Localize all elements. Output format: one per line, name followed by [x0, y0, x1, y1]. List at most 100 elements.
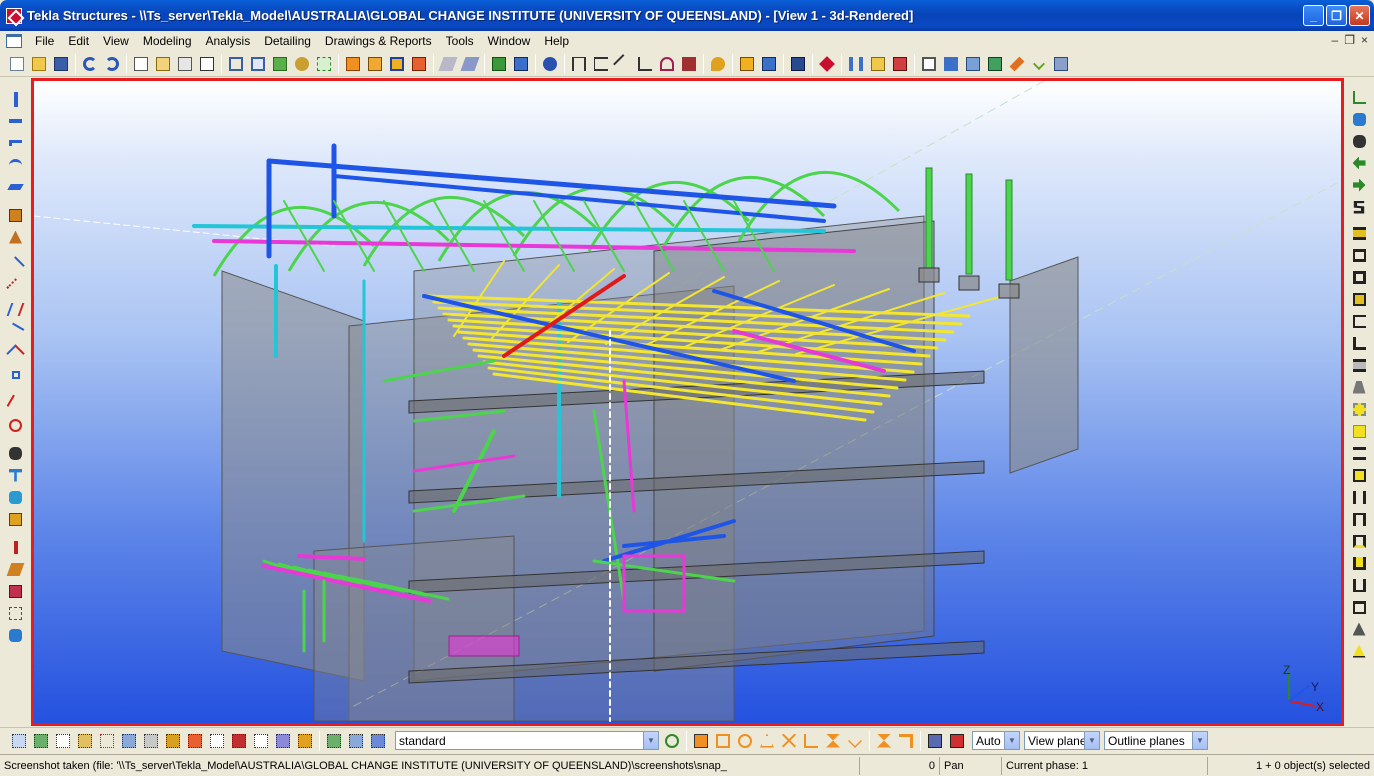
snap-intersection-button[interactable]: [756, 730, 778, 752]
phase-button[interactable]: [1349, 196, 1369, 218]
measure-horizontal-button[interactable]: [568, 53, 590, 75]
profile-slope-button[interactable]: [1349, 376, 1369, 398]
snap-center-button[interactable]: [712, 730, 734, 752]
profile-box-button[interactable]: [1349, 266, 1369, 288]
part-button[interactable]: [342, 53, 364, 75]
snap-tool-button[interactable]: [1349, 108, 1369, 130]
undo-button[interactable]: [79, 53, 101, 75]
selection-filter-dropdown[interactable]: standard ▼: [395, 731, 659, 750]
open-model-button[interactable]: [28, 53, 50, 75]
view-properties-button[interactable]: [918, 53, 940, 75]
profile-frame-button[interactable]: [1349, 464, 1369, 486]
menu-drawings-reports[interactable]: Drawings & Reports: [318, 34, 439, 48]
select-surface-button[interactable]: [250, 730, 272, 752]
create-points-arc-button[interactable]: [6, 392, 26, 414]
tile-views-button[interactable]: [269, 53, 291, 75]
measure-bolt-button[interactable]: [678, 53, 700, 75]
create-points-parallel-button[interactable]: [6, 298, 26, 320]
profile-channel-button[interactable]: [1349, 310, 1369, 332]
measure-arc-button[interactable]: [656, 53, 678, 75]
select-points-button[interactable]: [52, 730, 74, 752]
component-button[interactable]: [408, 53, 430, 75]
create-beam-button[interactable]: [6, 110, 26, 132]
menu-view[interactable]: View: [96, 34, 136, 48]
numbering-button[interactable]: [758, 53, 780, 75]
redo-button[interactable]: [101, 53, 123, 75]
filter-button[interactable]: [1050, 53, 1072, 75]
model-view-3d[interactable]: Z YX: [31, 78, 1344, 726]
next-button[interactable]: [1349, 174, 1369, 196]
hammer-button[interactable]: [1006, 53, 1028, 75]
profile-u-button[interactable]: [1349, 552, 1369, 574]
cut-button[interactable]: [291, 53, 313, 75]
profile-columns-button[interactable]: [1349, 486, 1369, 508]
create-points-circle-button[interactable]: [6, 414, 26, 436]
new-model-button[interactable]: [6, 53, 28, 75]
profile-bridge-button[interactable]: [1349, 508, 1369, 530]
create-reference-button[interactable]: [6, 486, 26, 508]
menu-edit[interactable]: Edit: [61, 34, 96, 48]
plane-dropdown[interactable]: View plane ▼: [1024, 731, 1100, 750]
create-grid-button[interactable]: [6, 464, 26, 486]
profile-tower-button[interactable]: [1349, 618, 1369, 640]
inquire-object-button[interactable]: [1349, 130, 1369, 152]
minimize-button[interactable]: _: [1303, 5, 1324, 26]
chevron-down-icon[interactable]: ▼: [1084, 732, 1099, 749]
menu-analysis[interactable]: Analysis: [199, 34, 258, 48]
measure-vertical-button[interactable]: [590, 53, 612, 75]
move-button[interactable]: [152, 53, 174, 75]
create-bolts-button[interactable]: [6, 204, 26, 226]
select-grids-button[interactable]: [74, 730, 96, 752]
model-organizer-button[interactable]: [787, 53, 809, 75]
select-reinforcement-button[interactable]: [228, 730, 250, 752]
chevron-down-icon[interactable]: ▼: [643, 732, 658, 749]
snap-line-extension-button[interactable]: [822, 730, 844, 752]
clash-check-button[interactable]: [736, 53, 758, 75]
chevron-down-icon[interactable]: ▼: [1004, 732, 1019, 749]
profile-gate-button[interactable]: [1349, 530, 1369, 552]
profile-pyramid-button[interactable]: [1349, 640, 1369, 662]
chevron-down-icon[interactable]: ▼: [1192, 732, 1207, 749]
macros-button[interactable]: [867, 53, 889, 75]
filter-settings-button[interactable]: [661, 730, 683, 752]
menu-modeling[interactable]: Modeling: [136, 34, 199, 48]
select-welds-button[interactable]: [118, 730, 140, 752]
profile-trestle-button[interactable]: [1349, 596, 1369, 618]
create-seam-button[interactable]: [6, 580, 26, 602]
display-settings-button[interactable]: [962, 53, 984, 75]
create-points-extension-button[interactable]: [6, 320, 26, 342]
mdi-restore-button[interactable]: ❐: [1344, 33, 1355, 47]
create-fitting-button[interactable]: [6, 624, 26, 646]
create-points-line-button[interactable]: [6, 276, 26, 298]
measure-angle-button[interactable]: [634, 53, 656, 75]
tekla-app-icon[interactable]: [6, 7, 22, 24]
create-part-cut-button[interactable]: [6, 602, 26, 624]
menu-help[interactable]: Help: [537, 34, 576, 48]
previous-button[interactable]: [1349, 152, 1369, 174]
select-objects-button[interactable]: [459, 53, 481, 75]
profile-pillars-button[interactable]: [1349, 574, 1369, 596]
create-column-button[interactable]: [6, 88, 26, 110]
drawing-list-button[interactable]: [196, 53, 218, 75]
mdi-minimize-button[interactable]: –: [1332, 33, 1339, 47]
snap-mode-dropdown[interactable]: Auto ▼: [972, 731, 1020, 750]
tekla-logo-button[interactable]: [816, 53, 838, 75]
save-model-button[interactable]: [50, 53, 72, 75]
pick-point-button[interactable]: [707, 53, 729, 75]
close-button[interactable]: ✕: [1349, 5, 1370, 26]
create-load-button[interactable]: [6, 508, 26, 530]
snap-geometry-button[interactable]: [924, 730, 946, 752]
select-components-button[interactable]: [272, 730, 294, 752]
menu-window[interactable]: Window: [481, 34, 538, 48]
profile-double-button[interactable]: [1349, 244, 1369, 266]
menu-file[interactable]: File: [28, 34, 61, 48]
view-list-button[interactable]: [247, 53, 269, 75]
create-connection-button[interactable]: [6, 536, 26, 558]
mdi-close-button[interactable]: ×: [1361, 33, 1368, 47]
create-detail-button[interactable]: [6, 558, 26, 580]
set-work-plane-button[interactable]: [1349, 86, 1369, 108]
select-parts-filter-button[interactable]: [30, 730, 52, 752]
create-line-button[interactable]: [6, 254, 26, 276]
snap-reference-button[interactable]: [510, 53, 532, 75]
create-points-projected-button[interactable]: [6, 364, 26, 386]
